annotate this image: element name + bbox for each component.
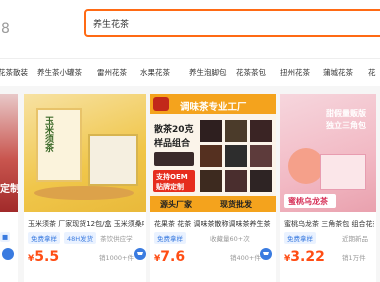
product-title[interactable]: 蜜桃乌龙茶 三角茶包 组合花茶包 [284,219,374,229]
badge: 免费拿样 [28,232,60,244]
brand-label: 调味茶专业工厂 [180,102,247,113]
badge: 免费拿样 [154,232,186,244]
badge-row: ■ [0,232,11,242]
shop-meta: 收藏量60+次 [210,235,250,243]
product-image[interactable]: 调味茶专业工厂 散茶20克 样品组合 支持OEM 贴牌定制 源头厂家 现货批发 [150,94,276,212]
tea-box-2 [88,134,138,186]
overlay-text: 甜假量贩版 [326,109,366,118]
footer-text: 现货批发 [220,200,252,209]
category-item[interactable]: 扭州花茶 [280,67,310,78]
category-item[interactable]: 雷州花茶 [97,67,127,78]
product-image[interactable]: 定制 [0,94,18,212]
promo-line: 样品组合 [154,139,191,149]
price: ¥3.22 [284,249,325,265]
product-title[interactable]: 玉米须茶 厂家现货12包/盒 玉米须桑叶 [28,219,144,229]
shop-meta: 近期新品 [342,235,368,243]
oem-text: 贴牌定制 [156,183,184,191]
cart-icon[interactable] [260,248,272,260]
category-item[interactable]: 花茶散装 [0,67,28,78]
price: ¥5.5 [28,249,60,265]
tea-box [320,154,366,190]
header: 8 养生花茶 [0,0,380,58]
sold-count: 销400+件 [230,254,261,262]
badge-row: 免费拿样 48H发货 茶饮供应学 [28,232,133,244]
product-card[interactable]: 玉米须茶 玉米须茶 厂家现货12包/盒 玉米须桑叶 免费拿样 48H发货 茶饮供… [24,94,146,282]
product-title[interactable]: 花果茶 花茶 调味茶散称调味茶养生茶 [154,219,274,229]
cart-icon[interactable] [134,248,146,260]
sold-count: 销1000+件 [99,254,134,262]
badge: 免费拿样 [284,232,316,244]
brand-logo [153,97,169,111]
category-item[interactable]: 花茶茶包 [236,67,266,78]
cart-icon[interactable] [2,248,14,260]
thumb-label: 定制 [0,184,18,195]
search-input[interactable]: 养生花茶 [93,17,129,30]
oem-text: 支持OEM [156,173,188,181]
footer-text: 源头厂家 [160,200,192,209]
tea-grid [200,120,272,192]
badge-row: 免费拿样 近期新品 [284,232,368,244]
promo-line: 散茶20克 [154,125,194,135]
product-card[interactable]: 定制 ■ [0,94,18,282]
search-box[interactable]: 养生花茶 [84,9,380,37]
category-item[interactable]: 花 [368,67,376,78]
logo[interactable]: 8 [1,21,10,37]
product-label: 蜜桃乌龙茶 [288,197,328,206]
shop-meta: 茶饮供应学 [100,235,133,243]
category-item[interactable]: 养生茶小罐茶 [37,67,82,78]
category-item[interactable]: 蒲城花茶 [323,67,353,78]
price: ¥7.6 [154,249,186,265]
product-card[interactable]: 甜假量贩版 独立三角包 蜜桃乌龙茶 蜜桃乌龙茶 三角茶包 组合花茶包 免费拿样 … [280,94,376,282]
sold-count: 销1万件 [342,254,366,262]
product-image[interactable]: 玉米须茶 [24,94,146,212]
product-card[interactable]: 调味茶专业工厂 散茶20克 样品组合 支持OEM 贴牌定制 源头厂家 现货批发 … [150,94,276,282]
product-image[interactable]: 甜假量贩版 独立三角包 蜜桃乌龙茶 [280,94,376,212]
category-item[interactable]: 水果花茶 [140,67,170,78]
tea-bowl [34,186,134,200]
overlay-text: 独立三角包 [326,121,366,130]
peach-image [288,148,324,184]
badge: ■ [0,232,11,242]
thumb-label: 玉米须茶 [43,116,53,152]
badge-row: 免费拿样 收藏量60+次 [154,232,250,244]
category-bar: 花茶散装 养生茶小罐茶 雷州花茶 水果花茶 养生泡脚包 花茶茶包 扭州花茶 蒲城… [0,58,380,86]
badge: 48H发货 [64,232,97,244]
page: 8 养生花茶 花茶散装 养生茶小罐茶 雷州花茶 水果花茶 养生泡脚包 花茶茶包 … [0,0,380,282]
category-item[interactable]: 养生泡脚包 [189,67,227,78]
tea-sample [154,152,194,166]
